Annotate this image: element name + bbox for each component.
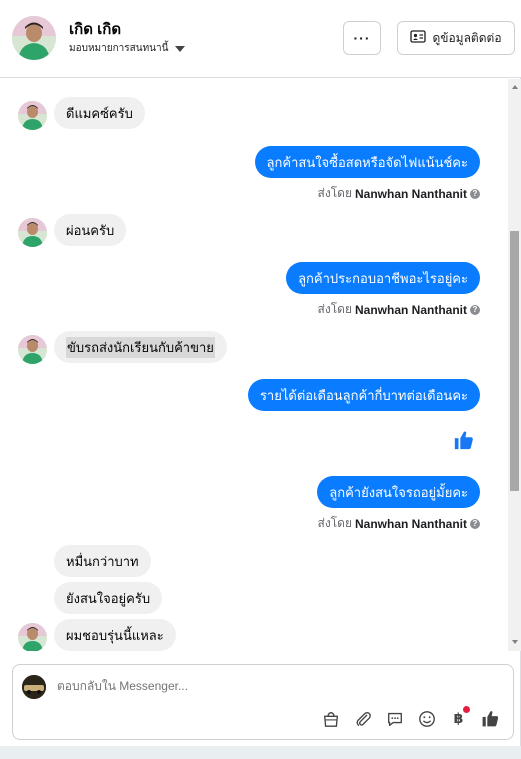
- incoming-message[interactable]: ยังสนใจอยู่ครับ: [54, 582, 163, 614]
- contact-avatar[interactable]: [12, 16, 56, 60]
- message-thread: ดีแมคซ์ครับ ลูกค้าสนใจซื้อสดหรือจัดไฟแน้…: [0, 79, 508, 651]
- scrollbar-thumb[interactable]: [510, 231, 519, 491]
- thumbs-up-icon[interactable]: [453, 429, 475, 451]
- baht-symbol: ฿: [453, 710, 464, 726]
- outgoing-message[interactable]: ลูกค้าประกอบอาชีพอะไรอยู่คะ: [286, 262, 480, 294]
- sent-by-prefix: ส่งโดย: [317, 516, 352, 530]
- assign-conversation-dropdown[interactable]: มอบหมายการสนทนานี้: [69, 41, 186, 56]
- sent-by-label: ส่งโดย Nanwhan Nanthanit ?: [318, 184, 480, 203]
- info-icon[interactable]: ?: [470, 188, 480, 199]
- view-contact-label: ดูข้อมูลติดต่อ: [432, 30, 502, 45]
- incoming-message[interactable]: ดีแมคซ์ครับ: [54, 97, 145, 129]
- emoji-icon[interactable]: [417, 709, 436, 728]
- info-icon[interactable]: ?: [470, 518, 480, 529]
- view-contact-button[interactable]: ดูข้อมูลติดต่อ: [397, 21, 515, 55]
- sent-by-agent: Nanwhan Nanthanit: [354, 516, 467, 531]
- incoming-message[interactable]: หมื่นกว่าบาท: [54, 545, 151, 577]
- messenger-conversation-panel: เกิด เกิด มอบหมายการสนทนานี้ ··· ดูข้อมู…: [0, 0, 521, 746]
- incoming-message[interactable]: ผมชอบรุ่นนี้แหละ: [54, 619, 176, 651]
- contact-avatar-small[interactable]: [18, 623, 47, 651]
- more-options-button[interactable]: ···: [343, 21, 381, 55]
- reply-composer: ฿: [12, 664, 514, 740]
- conversation-header: เกิด เกิด มอบหมายการสนทนานี้ ··· ดูข้อมู…: [0, 0, 521, 78]
- thread-scrollbar[interactable]: [508, 79, 521, 651]
- chat-bubble-icon[interactable]: [385, 709, 404, 728]
- sent-by-prefix: ส่งโดย: [317, 302, 352, 316]
- assign-label: มอบหมายการสนทนานี้: [69, 43, 169, 54]
- more-dots-icon: ···: [353, 30, 371, 46]
- incoming-message[interactable]: ผ่อนครับ: [54, 214, 127, 246]
- outgoing-message[interactable]: รายได้ต่อเดือนลูกค้ากี่บาทต่อเดือนคะ: [247, 379, 480, 411]
- sent-by-label: ส่งโดย Nanwhan Nanthanit ?: [318, 300, 480, 319]
- shopping-bag-icon[interactable]: [321, 709, 340, 728]
- contact-avatar-small[interactable]: [18, 218, 47, 247]
- contact-avatar-small[interactable]: [18, 335, 47, 364]
- contact-name: เกิด เกิด: [69, 21, 122, 38]
- sent-by-agent: Nanwhan Nanthanit: [354, 186, 467, 201]
- info-icon[interactable]: ?: [470, 304, 480, 315]
- sent-by-prefix: ส่งโดย: [317, 186, 352, 200]
- page-avatar: [22, 675, 46, 699]
- highlighted-text: ขับรถส่งนักเรียนกับค้าขาย: [66, 336, 215, 358]
- notification-dot: [463, 706, 470, 713]
- paperclip-icon[interactable]: [353, 709, 372, 728]
- thumbs-up-icon[interactable]: [481, 709, 500, 728]
- scroll-down-arrow-icon[interactable]: [512, 640, 518, 644]
- outgoing-message[interactable]: ลูกค้ายังสนใจรถอยู่มั้ยคะ: [317, 476, 480, 508]
- composer-toolbar: ฿: [321, 706, 500, 728]
- sent-by-label: ส่งโดย Nanwhan Nanthanit ?: [318, 514, 480, 533]
- outgoing-message[interactable]: ลูกค้าสนใจซื้อสดหรือจัดไฟแน้นช์คะ: [254, 146, 480, 178]
- scroll-up-arrow-icon[interactable]: [512, 85, 518, 89]
- contact-avatar-small[interactable]: [18, 101, 47, 130]
- baht-icon[interactable]: ฿: [449, 706, 470, 728]
- caret-down-icon: [175, 45, 186, 52]
- reply-input[interactable]: [57, 679, 357, 693]
- incoming-message[interactable]: ขับรถส่งนักเรียนกับค้าขาย: [54, 331, 227, 363]
- sent-by-agent: Nanwhan Nanthanit: [354, 302, 467, 317]
- contact-card-icon: [410, 30, 427, 46]
